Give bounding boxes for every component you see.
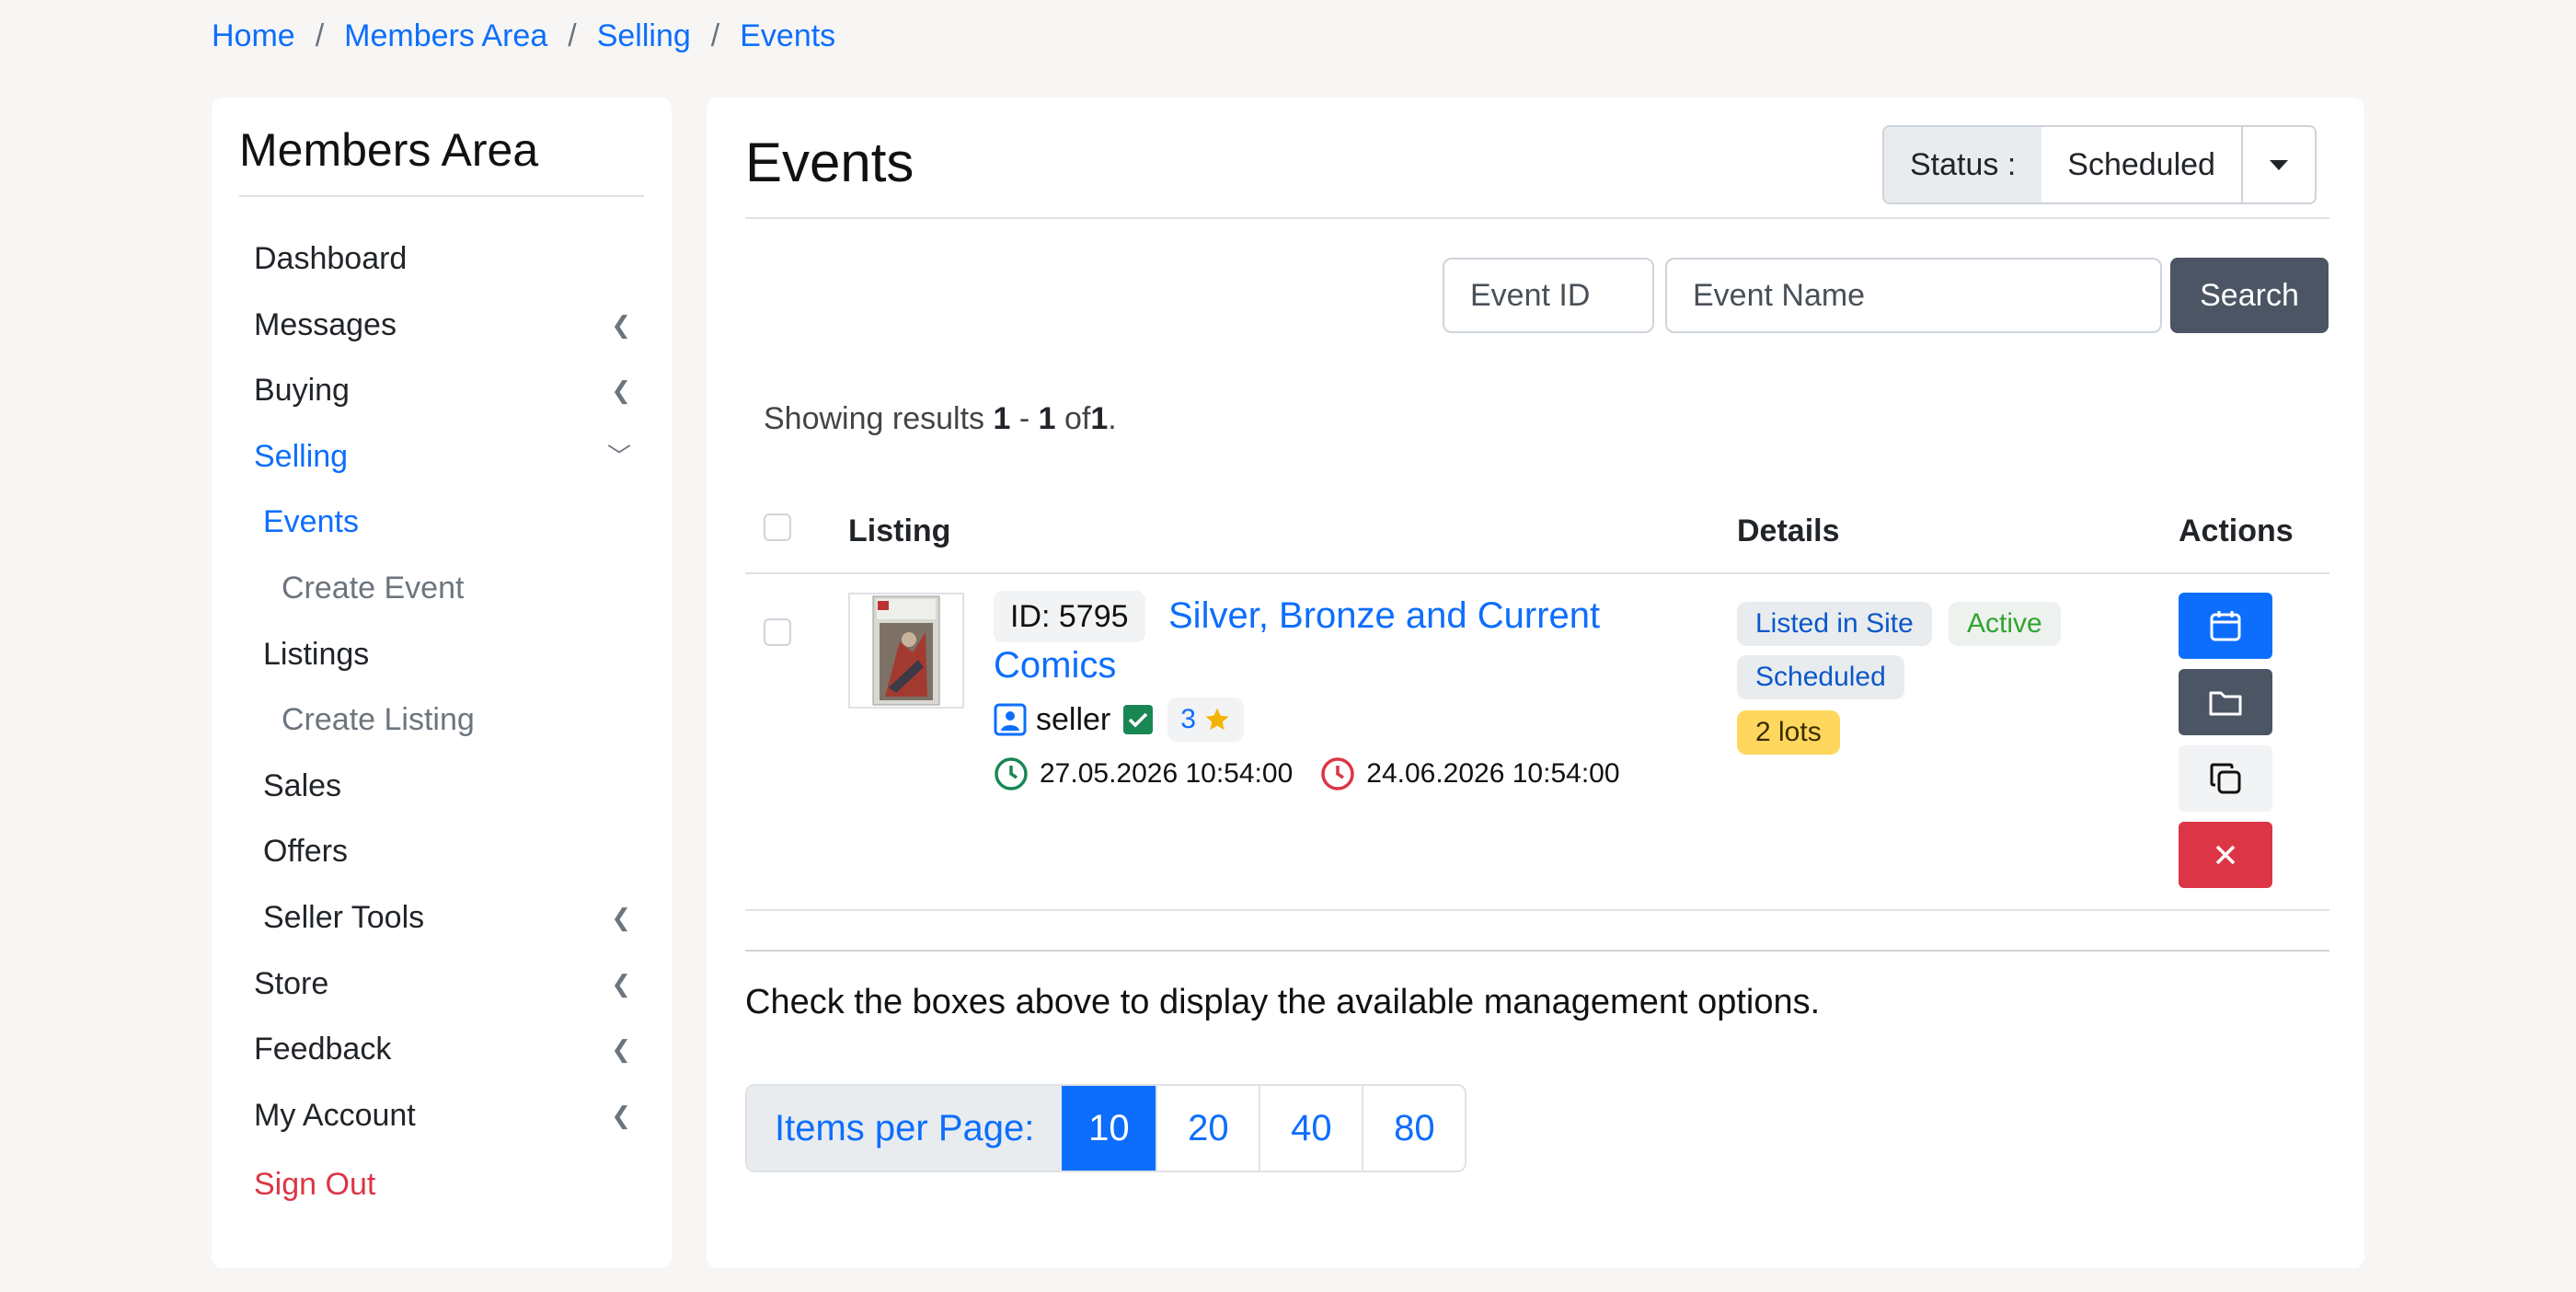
badge-scheduled: Scheduled bbox=[1737, 655, 1904, 699]
event-dates: 27.05.2026 10:54:00 24.06.2026 10:54:00 bbox=[994, 756, 1620, 791]
breadcrumb-separator: / bbox=[315, 18, 325, 53]
seller-rating-value: 3 bbox=[1180, 704, 1196, 734]
close-icon bbox=[2215, 845, 2236, 865]
seller-rating-badge[interactable]: 3 bbox=[1167, 698, 1244, 742]
breadcrumb-selling[interactable]: Selling bbox=[597, 18, 691, 54]
breadcrumb-separator: / bbox=[568, 18, 577, 53]
sidebar-item-buying[interactable]: Buying ❮ bbox=[239, 358, 644, 424]
header-divider bbox=[745, 572, 2329, 574]
row-divider bbox=[745, 909, 2329, 911]
seller-info: seller 3 bbox=[994, 698, 1244, 742]
sidebar: Members Area Dashboard Messages ❮ Buying ❮… bbox=[212, 98, 672, 1268]
column-header-details: Details bbox=[1737, 513, 1840, 548]
calendar-icon bbox=[2210, 611, 2241, 641]
badge-lots-count: 2 lots bbox=[1737, 710, 1840, 755]
select-all-checkbox[interactable] bbox=[764, 513, 791, 541]
breadcrumb-home[interactable]: Home bbox=[212, 18, 295, 54]
sidebar-item-listings[interactable]: Listings bbox=[239, 622, 644, 688]
event-end-date: 24.06.2026 10:54:00 bbox=[1366, 758, 1620, 789]
per-page-option-10[interactable]: 10 bbox=[1062, 1086, 1156, 1171]
folder-icon bbox=[2209, 691, 2242, 716]
seller-name[interactable]: seller bbox=[1036, 702, 1110, 738]
open-folder-button[interactable] bbox=[2179, 669, 2272, 735]
sidebar-item-events[interactable]: Events bbox=[239, 490, 644, 556]
sidebar-item-seller-tools[interactable]: Seller Tools ❮ bbox=[239, 885, 644, 952]
row-checkbox[interactable] bbox=[764, 618, 791, 646]
badge-active: Active bbox=[1949, 602, 2061, 646]
sign-out-link[interactable]: Sign Out bbox=[239, 1167, 644, 1203]
status-filter[interactable]: Status : Scheduled bbox=[1882, 125, 2317, 204]
chevron-down-icon: ﹀ bbox=[606, 442, 631, 470]
listing-title-link[interactable]: Silver, Bronze and Current Comics bbox=[994, 591, 1638, 690]
status-value[interactable]: Scheduled bbox=[2041, 127, 2241, 202]
sidebar-item-dashboard[interactable]: Dashboard bbox=[239, 226, 644, 293]
copy-icon bbox=[2210, 763, 2241, 794]
verified-check-icon bbox=[1123, 705, 1154, 734]
event-name-input[interactable] bbox=[1665, 258, 2162, 333]
breadcrumb-separator: / bbox=[710, 18, 720, 53]
chevron-left-icon: ❮ bbox=[611, 969, 631, 998]
column-header-listing: Listing bbox=[848, 513, 951, 548]
caret-down-icon bbox=[2269, 159, 2288, 170]
management-notice: Check the boxes above to display the ava… bbox=[745, 950, 2329, 1051]
breadcrumb-events[interactable]: Events bbox=[740, 18, 835, 54]
title-divider bbox=[745, 217, 2329, 219]
breadcrumb-members-area[interactable]: Members Area bbox=[344, 18, 547, 54]
chevron-left-icon: ❮ bbox=[611, 903, 631, 931]
main-panel: Events Status : Scheduled Search Showing… bbox=[707, 98, 2364, 1268]
badge-listed-in-site: Listed in Site bbox=[1737, 602, 1932, 646]
chevron-left-icon: ❮ bbox=[611, 1035, 631, 1064]
clock-end-icon bbox=[1321, 757, 1355, 790]
search-button[interactable]: Search bbox=[2170, 258, 2329, 333]
event-id-input[interactable] bbox=[1443, 258, 1654, 333]
sidebar-item-sales[interactable]: Sales bbox=[239, 754, 644, 820]
comic-cover-image bbox=[872, 595, 940, 706]
per-page-option-20[interactable]: 20 bbox=[1156, 1086, 1259, 1171]
sidebar-item-offers[interactable]: Offers bbox=[239, 819, 644, 885]
chevron-left-icon: ❮ bbox=[611, 1101, 631, 1129]
page-title: Events bbox=[745, 132, 914, 193]
column-header-actions: Actions bbox=[2179, 513, 2294, 548]
star-icon bbox=[1205, 708, 1229, 731]
per-page-option-80[interactable]: 80 bbox=[1362, 1086, 1466, 1171]
sidebar-item-my-account[interactable]: My Account ❮ bbox=[239, 1083, 644, 1149]
event-start-date: 27.05.2026 10:54:00 bbox=[1040, 758, 1294, 789]
sidebar-item-create-event[interactable]: Create Event bbox=[239, 556, 644, 622]
items-per-page-label: Items per Page: bbox=[747, 1086, 1063, 1171]
chevron-left-icon: ❮ bbox=[611, 376, 631, 405]
status-dropdown-toggle[interactable] bbox=[2240, 127, 2315, 202]
breadcrumb: Home / Members Area / Selling / Events bbox=[212, 18, 835, 54]
sidebar-item-feedback[interactable]: Feedback ❮ bbox=[239, 1017, 644, 1083]
schedule-button[interactable] bbox=[2179, 593, 2272, 659]
delete-button[interactable] bbox=[2179, 822, 2272, 888]
sidebar-item-selling[interactable]: Selling ﹀ bbox=[239, 424, 644, 490]
clock-start-icon bbox=[995, 757, 1028, 790]
status-label: Status : bbox=[1884, 127, 2042, 202]
items-per-page: Items per Page: 10 20 40 80 bbox=[745, 1084, 1467, 1172]
results-summary: Showing results 1 - 1 of1. bbox=[764, 401, 1117, 436]
sidebar-item-create-listing[interactable]: Create Listing bbox=[239, 687, 644, 754]
sidebar-title: Members Area bbox=[239, 123, 644, 197]
sidebar-item-messages[interactable]: Messages ❮ bbox=[239, 293, 644, 359]
duplicate-button[interactable] bbox=[2179, 745, 2272, 812]
per-page-option-40[interactable]: 40 bbox=[1259, 1086, 1363, 1171]
user-badge-icon bbox=[994, 703, 1027, 736]
sidebar-nav: Dashboard Messages ❮ Buying ❮ Selling ﹀ Eve… bbox=[239, 226, 644, 1148]
chevron-left-icon: ❮ bbox=[611, 310, 631, 339]
listing-thumbnail[interactable] bbox=[848, 593, 964, 709]
sidebar-item-store[interactable]: Store ❮ bbox=[239, 952, 644, 1018]
